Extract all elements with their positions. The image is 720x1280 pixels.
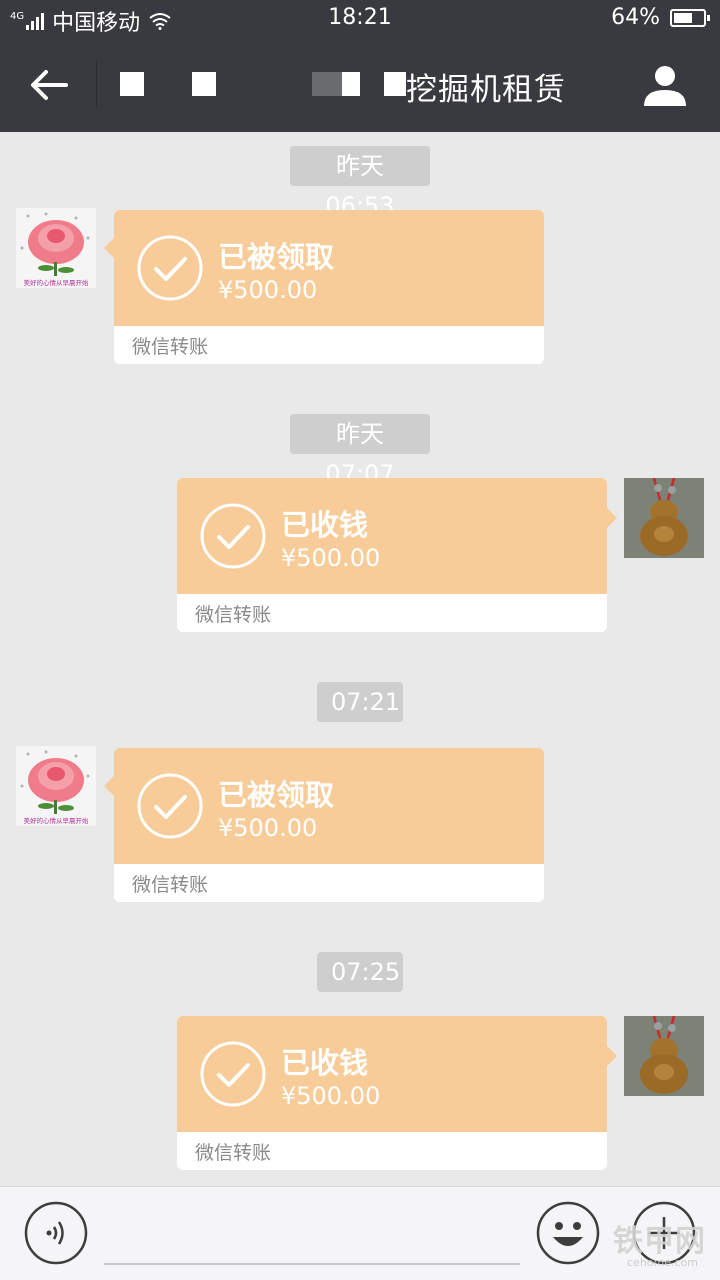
transfer-status: 已被领取 xyxy=(218,778,335,812)
rose-image: 美好的心情从早晨开始 xyxy=(20,212,90,287)
check-circle-icon xyxy=(200,1041,266,1107)
watermark-sub: cehome.com xyxy=(627,1256,698,1269)
transfer-caption: 微信转账 xyxy=(195,604,272,626)
transfer-amount: ¥500.00 xyxy=(281,1082,381,1110)
transfer-card[interactable]: 已收钱 ¥500.00 微信转账 xyxy=(177,1016,617,1170)
watermark: 铁甲网 xyxy=(613,1224,706,1259)
avatar-caption: 美好的心情从早晨开始 xyxy=(24,816,90,825)
person-icon[interactable] xyxy=(642,62,688,108)
contact-avatar[interactable]: 美好的心情从早晨开始 xyxy=(16,746,96,826)
message-input[interactable] xyxy=(104,1263,520,1265)
transfer-card[interactable]: 已收钱 ¥500.00 微信转账 xyxy=(177,478,617,632)
transfer-amount: ¥500.00 xyxy=(218,814,318,842)
rose-image: 美好的心情从早晨开始 xyxy=(20,750,90,825)
chat-screen: { "status_bar": { "network": "4G", "carr… xyxy=(0,0,720,1280)
transfer-status: 已收钱 xyxy=(281,1046,369,1080)
top-bar: 4G 中国移动 18:21 64% 挖掘机租赁 xyxy=(0,0,720,132)
redacted-blur xyxy=(312,72,342,96)
input-bar xyxy=(0,1186,720,1280)
check-circle-icon xyxy=(137,773,203,839)
transfer-caption: 微信转账 xyxy=(132,874,209,896)
transfer-amount: ¥500.00 xyxy=(281,544,381,572)
contact-avatar[interactable]: 美好的心情从早晨开始 xyxy=(16,208,96,288)
nav-divider xyxy=(96,60,97,108)
nav-bar: 挖掘机租赁 xyxy=(0,38,720,132)
redacted-title-block xyxy=(384,72,406,96)
voice-icon[interactable] xyxy=(24,1201,88,1265)
transfer-card[interactable]: 已被领取 ¥500.00 微信转账 xyxy=(104,748,544,902)
message-timestamp: 昨天 06:53 xyxy=(290,146,430,220)
chat-title[interactable]: 挖掘机租赁 xyxy=(406,64,566,109)
jade-buddha-image xyxy=(624,478,704,558)
avatar-caption: 美好的心情从早晨开始 xyxy=(24,278,90,287)
emoji-icon[interactable] xyxy=(536,1201,600,1265)
back-arrow-icon[interactable] xyxy=(26,62,72,108)
message-timestamp: 昨天 07:07 xyxy=(290,414,430,488)
transfer-card[interactable]: 已被领取 ¥500.00 微信转账 xyxy=(104,210,544,364)
transfer-status: 已收钱 xyxy=(281,508,369,542)
jade-buddha-image xyxy=(624,1016,704,1096)
message-timestamp: 07:25 xyxy=(317,952,403,992)
message-timestamp: 07:21 xyxy=(317,682,403,722)
my-avatar[interactable] xyxy=(624,1016,704,1096)
check-circle-icon xyxy=(137,235,203,301)
battery-icon xyxy=(670,8,710,27)
battery-percent: 64% xyxy=(611,5,660,30)
status-bar: 4G 中国移动 18:21 64% xyxy=(0,0,720,38)
transfer-caption: 微信转账 xyxy=(132,336,209,358)
transfer-status: 已被领取 xyxy=(218,240,335,274)
check-circle-icon xyxy=(200,503,266,569)
transfer-caption: 微信转账 xyxy=(195,1142,272,1164)
my-avatar[interactable] xyxy=(624,478,704,558)
transfer-amount: ¥500.00 xyxy=(218,276,318,304)
